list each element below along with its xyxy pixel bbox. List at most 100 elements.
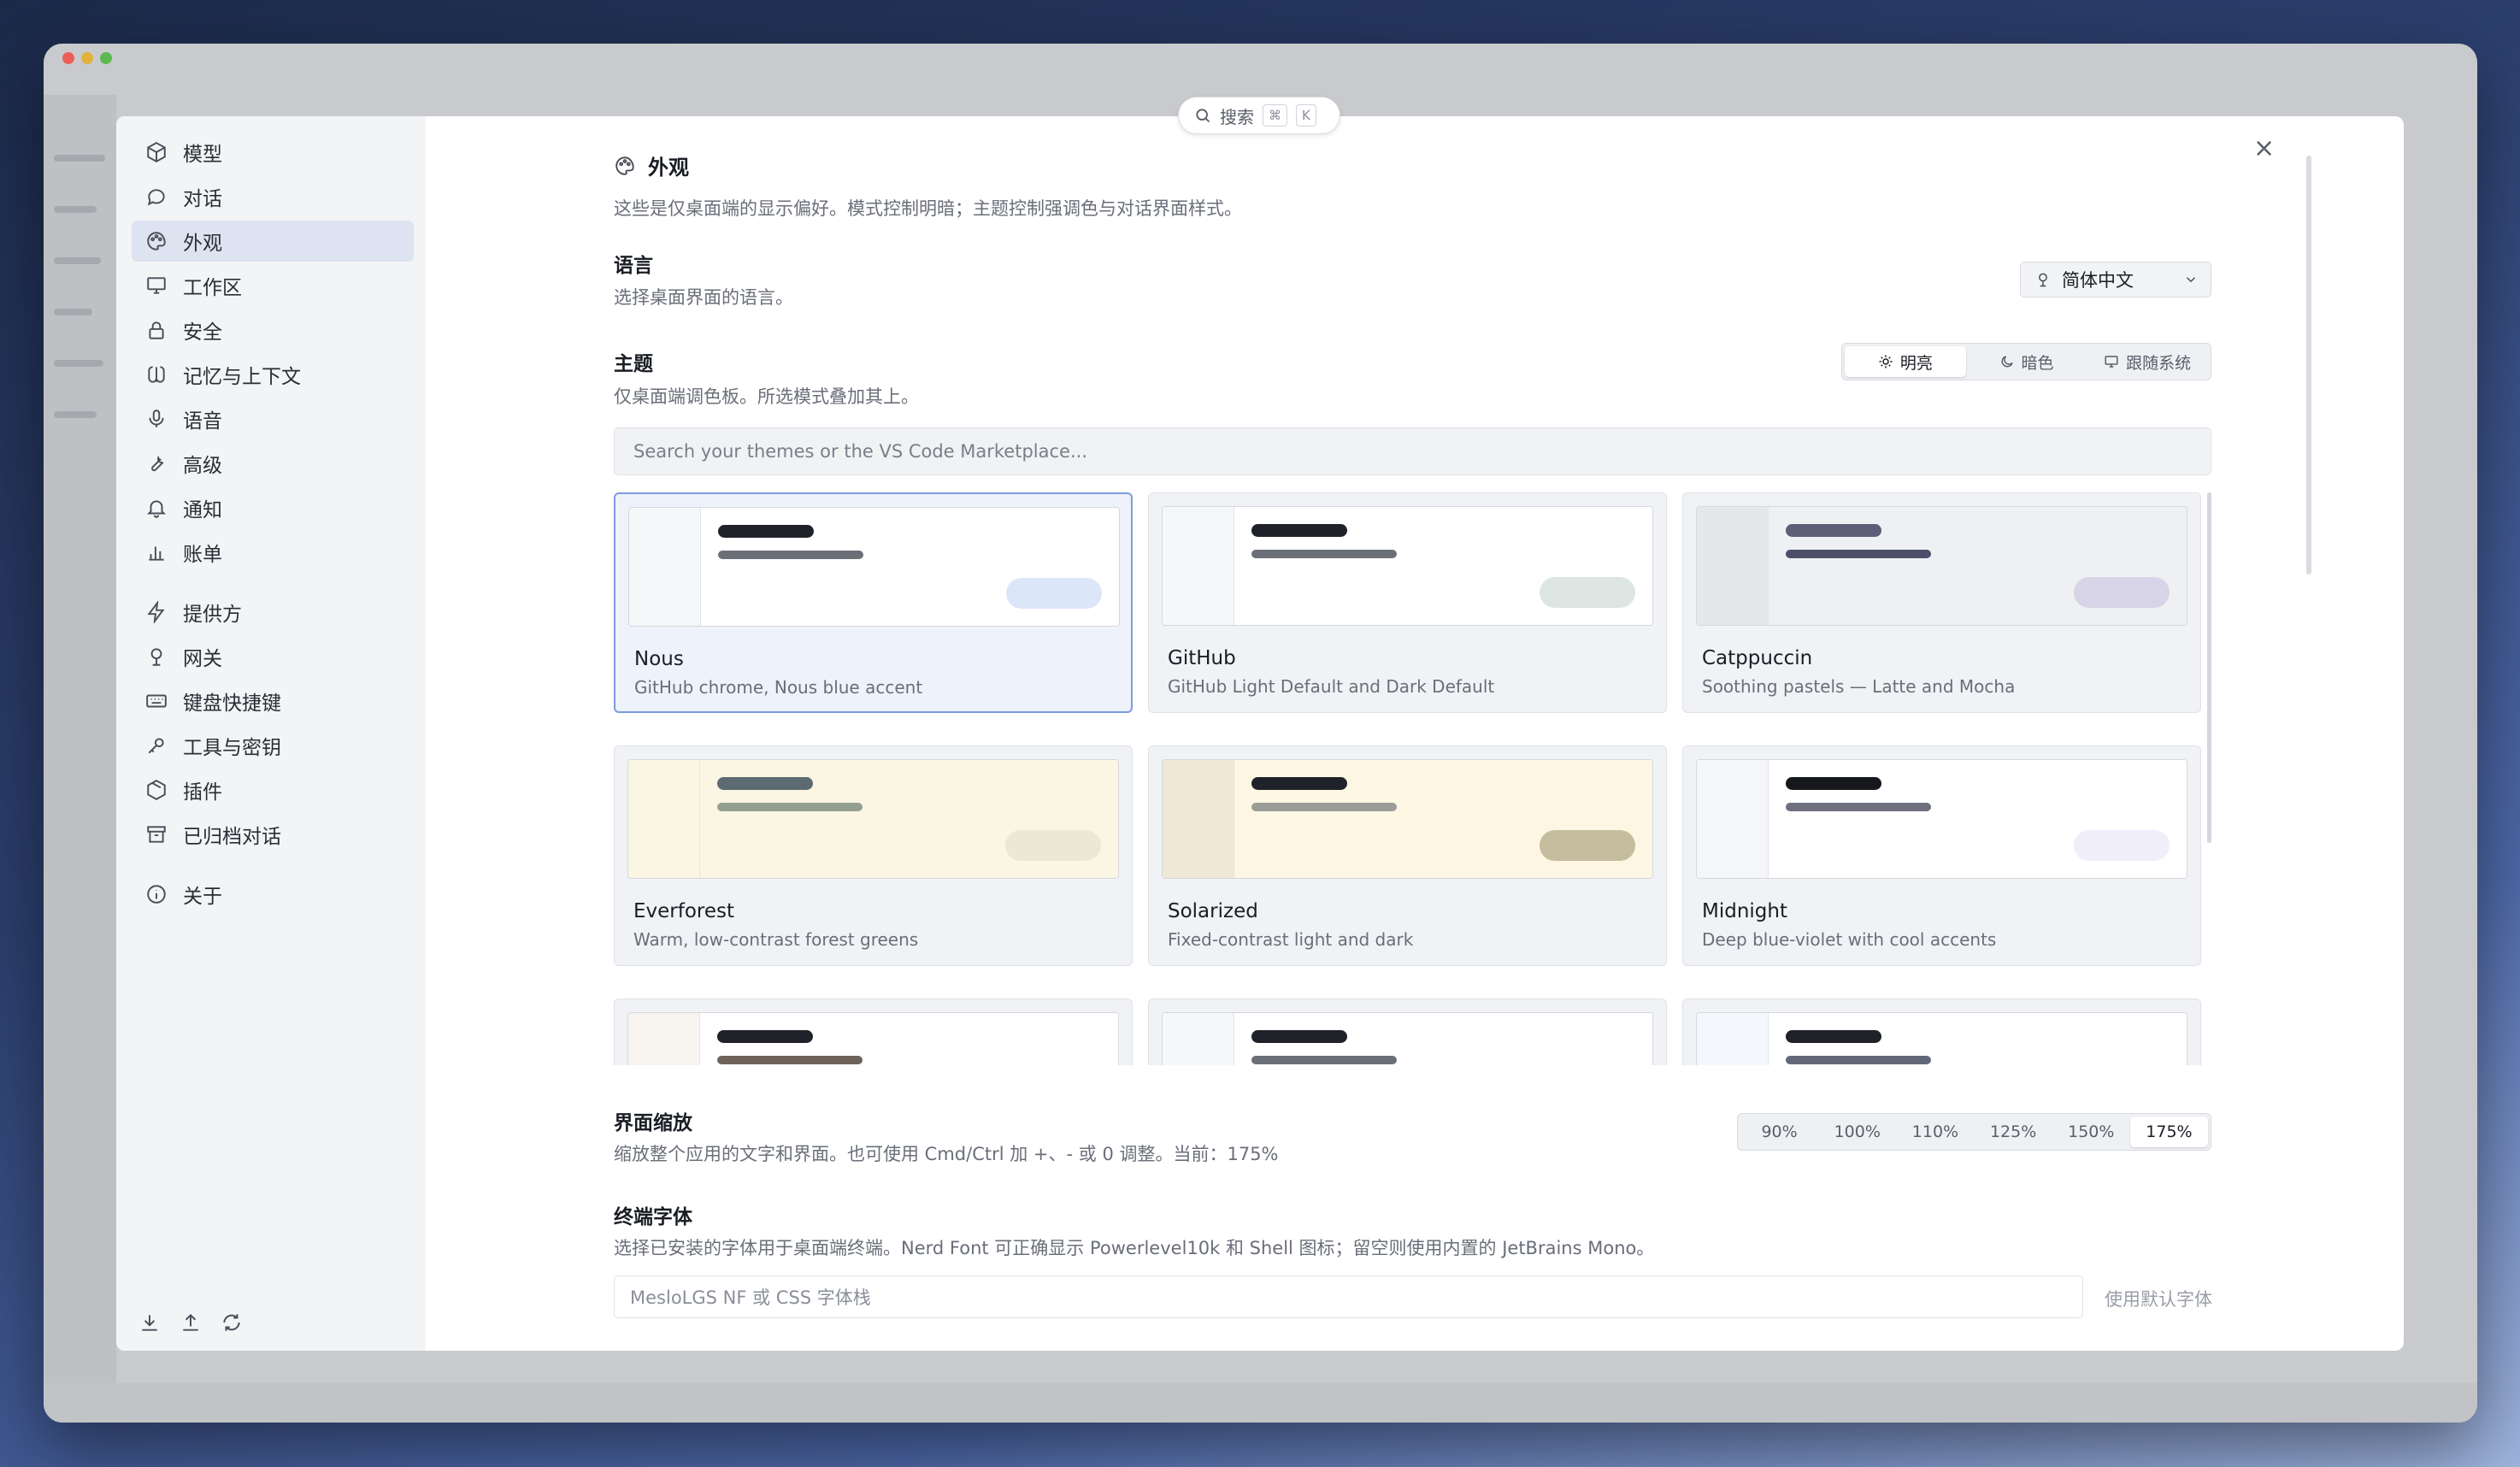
theme-preview-accent-pill bbox=[2074, 577, 2170, 608]
theme-preview bbox=[627, 759, 1119, 879]
content-scrollbar[interactable] bbox=[2306, 156, 2311, 574]
theme-preview-main bbox=[701, 508, 1119, 626]
sidebar-item-tools-keys[interactable]: 工具与密钥 bbox=[132, 725, 414, 766]
theme-preview-accent-pill bbox=[1540, 577, 1635, 608]
sidebar-item-label: 插件 bbox=[183, 781, 222, 804]
sidebar-item-workspace[interactable]: 工作区 bbox=[132, 265, 414, 306]
sidebar-item-providers[interactable]: 提供方 bbox=[132, 592, 414, 633]
gateway-icon bbox=[150, 648, 162, 666]
scale-option-button[interactable]: 90% bbox=[1740, 1116, 1818, 1147]
sidebar-item-memory[interactable]: 记忆与上下文 bbox=[132, 354, 414, 395]
theme-name: Solarized bbox=[1168, 900, 1258, 922]
theme-preview-accent-pill bbox=[1540, 830, 1635, 861]
chat-icon bbox=[147, 189, 165, 206]
use-default-font-button[interactable]: 使用默认字体 bbox=[2105, 1286, 2212, 1311]
theme-preview-main bbox=[700, 760, 1118, 878]
theme-card[interactable]: Solarized Fixed-contrast light and dark bbox=[1148, 745, 1667, 966]
package-icon bbox=[147, 780, 166, 800]
refresh-icon[interactable] bbox=[221, 1311, 243, 1334]
shortcut-key-cmd: ⌘ bbox=[1263, 104, 1287, 127]
key-icon bbox=[148, 738, 164, 754]
sidebar-item-plugins[interactable]: 插件 bbox=[132, 769, 414, 810]
sidebar-item-voice[interactable]: 语音 bbox=[132, 398, 414, 439]
theme-card[interactable]: Everforest Warm, low-contrast forest gre… bbox=[614, 745, 1133, 966]
sidebar-item-appearance[interactable]: 外观 bbox=[132, 221, 414, 262]
mode-dark-button[interactable]: 暗色 bbox=[1966, 346, 2087, 377]
theme-preview-accent-pill bbox=[2074, 830, 2170, 861]
archive-icon bbox=[147, 826, 166, 843]
theme-preview-main bbox=[1234, 760, 1652, 878]
mode-dark-label: 暗色 bbox=[2021, 353, 2054, 373]
bolt-icon bbox=[147, 601, 165, 623]
sidebar-item-label: 工作区 bbox=[183, 277, 242, 299]
terminal-font-input[interactable]: MesloLGS NF 或 CSS 字体栈 bbox=[614, 1276, 2083, 1318]
theme-card[interactable]: Midnight Deep blue-violet with cool acce… bbox=[1682, 745, 2201, 966]
bell-icon bbox=[146, 500, 167, 518]
download-icon[interactable] bbox=[138, 1311, 161, 1334]
theme-preview bbox=[628, 507, 1120, 627]
theme-preview-text-bar bbox=[717, 803, 863, 811]
sidebar-item-chat[interactable]: 对话 bbox=[132, 176, 414, 217]
scale-option-button[interactable]: 150% bbox=[2052, 1116, 2130, 1147]
shortcut-key-k: K bbox=[1296, 104, 1316, 127]
sidebar-item-label: 对话 bbox=[183, 188, 222, 210]
page-title: 外观 bbox=[614, 150, 689, 180]
scale-toggle: 90% 100% 110% 125% 150% 175% bbox=[1737, 1113, 2211, 1151]
minimize-window-button[interactable] bbox=[81, 52, 93, 64]
mode-system-label: 跟随系统 bbox=[2126, 353, 2192, 373]
scale-option-button[interactable]: 110% bbox=[1896, 1116, 1974, 1147]
upload-icon[interactable] bbox=[180, 1311, 202, 1334]
sidebar-item-billing[interactable]: 账单 bbox=[132, 532, 414, 573]
theme-grid: Nous GitHub chrome, Nous blue accent Git… bbox=[614, 492, 2211, 1065]
theme-name: Midnight bbox=[1702, 900, 1787, 922]
moon-icon bbox=[2001, 356, 2013, 368]
mode-light-button[interactable]: 明亮 bbox=[1845, 346, 1966, 377]
language-label: 语言 bbox=[614, 255, 653, 277]
theme-card[interactable]: Nous GitHub chrome, Nous blue accent bbox=[614, 492, 1133, 713]
theme-desc: Soothing pastels — Latte and Mocha bbox=[1702, 676, 2016, 697]
sidebar-item-advanced[interactable]: 高级 bbox=[132, 443, 414, 484]
scale-option-button[interactable]: 125% bbox=[1975, 1116, 2052, 1147]
theme-card[interactable] bbox=[1148, 999, 1667, 1065]
theme-card[interactable] bbox=[614, 999, 1133, 1065]
palette-icon bbox=[147, 232, 166, 250]
sidebar-item-gateway[interactable]: 网关 bbox=[132, 636, 414, 677]
close-window-button[interactable] bbox=[62, 52, 74, 64]
theme-preview-sidebar bbox=[1163, 1013, 1234, 1065]
theme-preview-text-bar bbox=[1251, 550, 1397, 558]
theme-desc: 仅桌面端调色板。所选模式叠加其上。 bbox=[614, 386, 919, 407]
theme-name: Nous bbox=[634, 648, 684, 670]
theme-preview-title-bar bbox=[1251, 524, 1347, 537]
sidebar-item-models[interactable]: 模型 bbox=[132, 132, 414, 173]
monitor-icon bbox=[2105, 356, 2118, 368]
theme-card[interactable]: Catppuccin Soothing pastels — Latte and … bbox=[1682, 492, 2201, 713]
theme-card[interactable] bbox=[1682, 999, 2201, 1065]
theme-preview-text-bar bbox=[1786, 1056, 1931, 1064]
brain-icon bbox=[148, 366, 165, 383]
mode-toggle: 明亮 暗色 跟随系统 bbox=[1841, 343, 2211, 380]
theme-search-input[interactable]: Search your themes or the VS Code Market… bbox=[614, 427, 2211, 475]
scale-option-button[interactable]: 100% bbox=[1818, 1116, 1896, 1147]
theme-preview-title-bar bbox=[1786, 1030, 1881, 1043]
bar-chart-icon bbox=[149, 546, 164, 561]
theme-preview-accent-pill bbox=[1006, 578, 1102, 609]
language-select[interactable]: 简体中文 bbox=[2020, 262, 2211, 298]
sidebar-item-notifications[interactable]: 通知 bbox=[132, 487, 414, 528]
theme-preview-text-bar bbox=[718, 551, 863, 559]
settings-modal: 模型 对话 外观 工作区 安全 记忆与上下文 语音 高级 通知 账单 提供方 网… bbox=[116, 116, 2404, 1351]
sidebar-item-security[interactable]: 安全 bbox=[132, 309, 414, 351]
close-icon[interactable]: × bbox=[2253, 133, 2275, 163]
theme-grid-scrollbar[interactable] bbox=[2207, 492, 2211, 843]
scale-option-button[interactable]: 175% bbox=[2129, 1116, 2209, 1147]
page-title-text: 外观 bbox=[648, 156, 689, 180]
sidebar-item-shortcuts[interactable]: 键盘快捷键 bbox=[132, 680, 414, 722]
sidebar-item-about[interactable]: 关于 bbox=[132, 874, 414, 915]
global-search-button[interactable]: 搜索 ⌘ K bbox=[1178, 97, 1340, 134]
info-icon bbox=[147, 885, 166, 904]
mode-system-button[interactable]: 跟随系统 bbox=[2087, 346, 2208, 377]
sidebar-item-archived[interactable]: 已归档对话 bbox=[132, 814, 414, 855]
sidebar-item-label: 网关 bbox=[183, 648, 222, 670]
theme-preview-main bbox=[1769, 1013, 2187, 1065]
zoom-window-button[interactable] bbox=[100, 52, 112, 64]
theme-card[interactable]: GitHub GitHub Light Default and Dark Def… bbox=[1148, 492, 1667, 713]
